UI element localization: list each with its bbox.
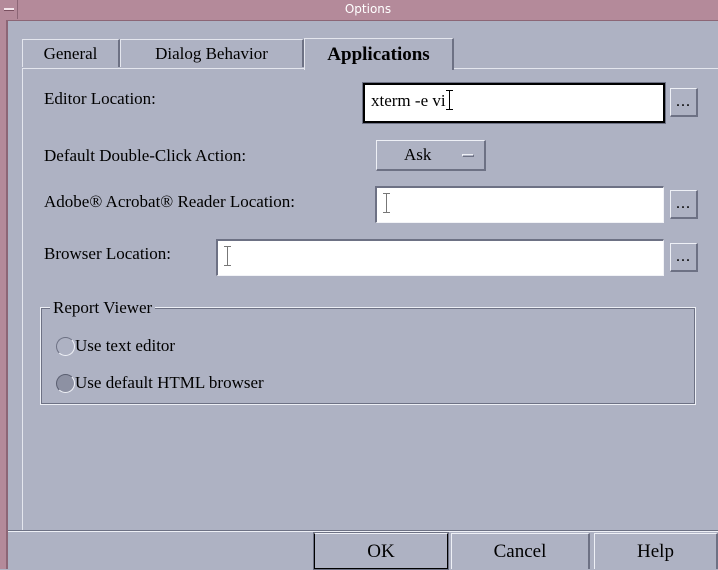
tab-general[interactable]: General xyxy=(22,39,120,67)
title-bar[interactable]: Options xyxy=(0,0,718,21)
cancel-button[interactable]: Cancel xyxy=(451,533,590,569)
tab-applications[interactable]: Applications xyxy=(304,38,454,70)
report-viewer-legend: Report Viewer xyxy=(50,298,156,318)
tab-dialog-behavior[interactable]: Dialog Behavior xyxy=(120,39,304,67)
window-menu-icon[interactable] xyxy=(0,0,18,19)
window-title: Options xyxy=(344,2,392,16)
action-area-divider-highlight xyxy=(8,531,718,532)
window-border xyxy=(0,20,8,569)
ok-button[interactable]: OK xyxy=(313,532,449,570)
help-button[interactable]: Help xyxy=(594,533,718,569)
options-window: Options General Dialog Behavior Applicat… xyxy=(0,0,718,570)
